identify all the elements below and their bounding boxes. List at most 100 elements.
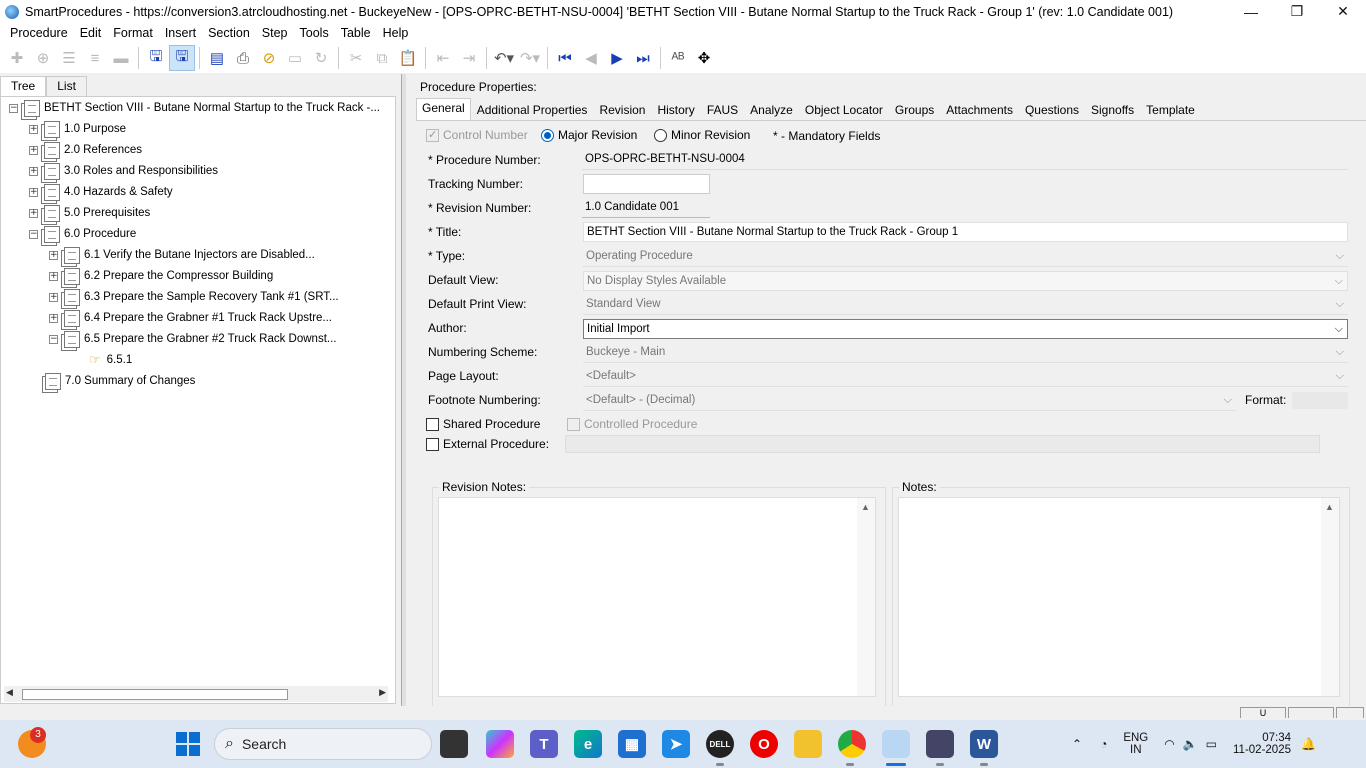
tab-signoffs[interactable]: Signoffs	[1085, 100, 1140, 120]
collapse-icon[interactable]: −	[29, 229, 38, 239]
tab-additional-properties[interactable]: Additional Properties	[471, 100, 594, 120]
windows-start-icon[interactable]	[174, 730, 202, 758]
chevron-up-icon[interactable]: ⌃	[1072, 737, 1082, 751]
last-icon[interactable]: ⏭	[630, 45, 656, 71]
copy-icon[interactable]: ⧉	[369, 45, 395, 71]
vertical-scrollbar[interactable]: ▲	[857, 498, 875, 696]
scroll-right-icon[interactable]: ▶	[379, 687, 386, 698]
language-indicator[interactable]: ENG IN	[1123, 732, 1148, 756]
external-procedure-checkbox[interactable]: External Procedure:	[426, 437, 549, 452]
chevron-down-icon[interactable]: ⌵	[1335, 320, 1343, 338]
file-explorer-icon[interactable]	[794, 730, 822, 758]
redo-icon[interactable]: ↷▾	[517, 45, 543, 71]
tree-node[interactable]: − 6.5 Prepare the Grabner #2 Truck Rack …	[49, 329, 336, 349]
major-revision-radio[interactable]: Major Revision	[541, 128, 637, 143]
author-select[interactable]: Initial Import ⌵	[583, 319, 1348, 339]
tab-general[interactable]: General	[416, 98, 471, 120]
add-icon[interactable]: ✚	[4, 45, 30, 71]
expand-icon[interactable]: +	[29, 208, 38, 218]
footnote-numbering-select[interactable]: <Default> - (Decimal) ⌵	[583, 391, 1236, 411]
tab-faus[interactable]: FAUS	[701, 100, 744, 120]
add-child-icon[interactable]: ⊕	[30, 45, 56, 71]
default-print-view-select[interactable]: Standard View ⌵	[583, 295, 1348, 315]
chrome-icon[interactable]	[838, 730, 866, 758]
tree-node[interactable]: + 6.1 Verify the Butane Injectors are Di…	[49, 245, 315, 265]
checkbox-icon[interactable]	[426, 418, 439, 432]
copilot-icon[interactable]	[486, 730, 514, 758]
menu-table[interactable]: Table	[335, 26, 377, 40]
tree-node[interactable]: + 2.0 References	[29, 140, 142, 160]
restore-button[interactable]: ❐	[1274, 0, 1320, 23]
numbering-scheme-select[interactable]: Buckeye - Main ⌵	[583, 343, 1348, 363]
expand-icon[interactable]: +	[49, 250, 58, 260]
close-button[interactable]: ✕	[1320, 0, 1366, 23]
chevron-down-icon[interactable]: ⌵	[1335, 272, 1343, 290]
checkbox-icon[interactable]	[426, 438, 439, 452]
tree-node[interactable]: + 6.2 Prepare the Compressor Building	[49, 266, 273, 286]
tracking-number-field[interactable]	[583, 174, 710, 194]
pane-splitter[interactable]	[401, 74, 406, 706]
next-icon[interactable]: ▶	[604, 45, 630, 71]
cut-icon[interactable]: ✂	[343, 45, 369, 71]
tree-node[interactable]: + 1.0 Purpose	[29, 119, 126, 139]
menu-step[interactable]: Step	[256, 26, 294, 40]
minimize-button[interactable]: —	[1228, 0, 1274, 23]
tab-list[interactable]: List	[46, 76, 87, 96]
volume-icon[interactable]: 🔈	[1183, 737, 1198, 751]
format-field[interactable]	[1292, 392, 1348, 409]
tree-node[interactable]: + 5.0 Prerequisites	[29, 203, 150, 223]
expand-icon[interactable]: +	[49, 292, 58, 302]
powerautomate-icon[interactable]: ➤	[662, 730, 690, 758]
tree-node[interactable]: ☞ 6.5.1	[89, 350, 132, 370]
menu-edit[interactable]: Edit	[74, 26, 108, 40]
page-layout-select[interactable]: <Default> ⌵	[583, 367, 1348, 387]
procedure-number-field[interactable]: OPS-OPRC-BETHT-NSU-0004	[582, 150, 1348, 170]
spell-icon[interactable]: ᴬᴮ	[665, 45, 691, 71]
vertical-scrollbar[interactable]: ▲	[1321, 498, 1339, 696]
tree-node[interactable]: 7.0 Summary of Changes	[45, 371, 195, 391]
outdent-icon[interactable]: ⇤	[430, 45, 456, 71]
menu-procedure[interactable]: Procedure	[4, 26, 74, 40]
notes-textarea[interactable]: ▲	[898, 497, 1340, 697]
battery-icon[interactable]: ▭	[1206, 737, 1217, 751]
collapse-icon[interactable]: −	[49, 334, 58, 344]
first-icon[interactable]: ⏮	[552, 45, 578, 71]
save-icon[interactable]: 🖫	[143, 45, 169, 71]
tree-node[interactable]: + 6.3 Prepare the Sample Recovery Tank #…	[49, 287, 339, 307]
remove-icon[interactable]: ▬	[108, 45, 134, 71]
menu-section[interactable]: Section	[202, 26, 256, 40]
tab-questions[interactable]: Questions	[1019, 100, 1085, 120]
scroll-up-icon[interactable]: ▲	[1325, 502, 1334, 512]
tab-revision[interactable]: Revision	[593, 100, 651, 120]
menu-format[interactable]: Format	[107, 26, 159, 40]
tray-app-icon[interactable]: ◔	[1100, 737, 1107, 751]
tab-groups[interactable]: Groups	[889, 100, 940, 120]
revision-notes-textarea[interactable]: ▲	[438, 497, 876, 697]
tree-node[interactable]: − BETHT Section VIII - Butane Normal Sta…	[9, 98, 380, 118]
indent-icon[interactable]: ⇥	[456, 45, 482, 71]
expand-icon[interactable]: +	[49, 313, 58, 323]
wifi-icon[interactable]: ◠	[1164, 737, 1174, 751]
print-icon[interactable]: ⎙	[230, 45, 256, 71]
chevron-down-icon[interactable]: ⌵	[1336, 295, 1344, 314]
word-icon[interactable]: W	[970, 730, 998, 758]
tree-node[interactable]: + 3.0 Roles and Responsibilities	[29, 161, 218, 181]
radio-unselected-icon[interactable]	[654, 129, 667, 143]
previous-icon[interactable]: ◀	[578, 45, 604, 71]
type-select[interactable]: Operating Procedure ⌵	[583, 247, 1348, 267]
remote-desktop-icon[interactable]	[926, 730, 954, 758]
revision-number-field[interactable]: 1.0 Candidate 001	[582, 198, 710, 218]
opera-icon[interactable]: O	[750, 730, 778, 758]
edge-icon[interactable]: e	[574, 730, 602, 758]
tree-horizontal-scrollbar[interactable]: ◀ ▶	[4, 686, 388, 702]
undo-icon[interactable]: ↶▾	[491, 45, 517, 71]
expand-icon[interactable]: +	[29, 166, 38, 176]
refresh-icon[interactable]: ↻	[308, 45, 334, 71]
expand-icon[interactable]: +	[29, 145, 38, 155]
shared-procedure-checkbox[interactable]: Shared Procedure	[426, 417, 540, 432]
scroll-up-icon[interactable]: ▲	[861, 502, 870, 512]
store-icon[interactable]: ▦	[618, 730, 646, 758]
expand-icon[interactable]: +	[29, 187, 38, 197]
smartprocedures-taskbar-icon[interactable]	[882, 730, 910, 758]
clock[interactable]: 07:34 11-02-2025	[1233, 732, 1291, 756]
